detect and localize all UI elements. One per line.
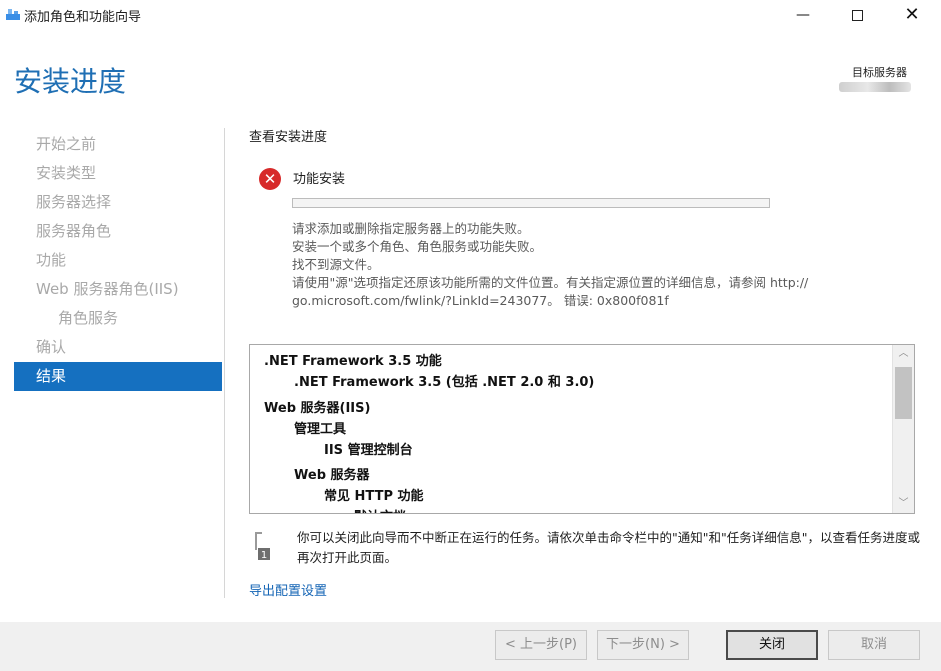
scroll-down-arrow-icon[interactable]: ﹀ — [893, 495, 914, 513]
section-title: 查看安装进度 — [249, 130, 328, 145]
list-item: 常见 HTTP 功能 — [324, 489, 424, 504]
error-message-line: 安装一个或多个角色、角色服务或功能失败。 — [292, 239, 543, 254]
window-close-button[interactable]: ✕ — [889, 0, 935, 30]
nav-item-confirmation: 确认 — [36, 338, 67, 356]
wizard-nav: 开始之前 安装类型 服务器选择 服务器角色 功能 Web 服务器角色(IIS) … — [0, 130, 222, 391]
list-item: Web 服务器(IIS) — [264, 401, 371, 416]
notice-badge: 1 — [261, 550, 267, 561]
close-icon: ✕ — [904, 4, 920, 25]
nav-item-before-you-begin: 开始之前 — [36, 135, 97, 153]
feature-installation-label: 功能安装 — [293, 172, 346, 187]
previous-button[interactable]: < 上一步(P) — [495, 630, 587, 660]
server-manager-icon — [6, 9, 20, 20]
nav-item-features: 功能 — [36, 251, 67, 269]
list-item: IIS 管理控制台 — [324, 443, 413, 458]
list-item: Web 服务器 — [294, 468, 370, 483]
scroll-up-arrow-icon[interactable]: ︿ — [893, 345, 914, 363]
export-config-link[interactable]: 导出配置设置 — [249, 580, 327, 599]
minimize-button[interactable]: — — [780, 0, 826, 30]
install-progress-bar — [292, 198, 770, 208]
error-message-line: 请使用"源"选项指定还原该功能所需的文件位置。有关指定源位置的详细信息，请参阅 … — [292, 275, 809, 290]
close-button[interactable]: 关闭 — [726, 630, 818, 660]
results-list[interactable]: .NET Framework 3.5 功能 .NET Framework 3.5… — [249, 344, 915, 514]
scrollbar-thumb[interactable] — [895, 367, 912, 419]
next-button[interactable]: 下一步(N) > — [597, 630, 689, 660]
flag-notification-icon: 1 — [255, 532, 270, 561]
nav-item-server-selection: 服务器选择 — [36, 193, 112, 211]
cancel-button[interactable]: 取消 — [828, 630, 920, 660]
list-item: 管理工具 — [294, 422, 347, 437]
list-scrollbar[interactable]: ︿ ﹀ — [892, 345, 914, 513]
error-message-line: go.microsoft.com/fwlink/?LinkId=243077。 … — [292, 293, 669, 308]
nav-divider — [224, 128, 225, 598]
destination-server-label: 目标服务器 — [852, 66, 907, 79]
maximize-button[interactable] — [834, 0, 880, 30]
page-title: 安装进度 — [14, 65, 127, 98]
title-bar: 添加角色和功能向导 — ✕ — [0, 0, 941, 30]
maximize-icon — [851, 9, 863, 21]
nav-item-installation-type: 安装类型 — [36, 164, 97, 182]
notice-text: 你可以关闭此向导而不中断正在运行的任务。请依次单击命令栏中的"通知"和"任务详细… — [297, 530, 921, 565]
minimize-icon: — — [796, 7, 810, 23]
nav-item-role-services: 角色服务 — [58, 309, 119, 327]
list-item: .NET Framework 3.5 (包括 .NET 2.0 和 3.0) — [294, 375, 595, 390]
nav-item-web-server-role: Web 服务器角色(IIS) — [36, 280, 179, 298]
window-title: 添加角色和功能向导 — [24, 10, 142, 25]
nav-item-results[interactable]: 结果 — [14, 362, 222, 391]
nav-item-server-roles: 服务器角色 — [36, 222, 112, 240]
list-item: .NET Framework 3.5 功能 — [264, 354, 442, 369]
list-item: 默认文档 — [354, 506, 406, 513]
error-message-line: 请求添加或删除指定服务器上的功能失败。 — [292, 221, 530, 236]
destination-server-name-redacted — [839, 82, 911, 92]
button-bar: < 上一步(P) 下一步(N) > 关闭 取消 — [0, 622, 941, 671]
error-message-line: 找不到源文件。 — [292, 257, 380, 272]
error-icon: ✕ — [259, 168, 281, 190]
